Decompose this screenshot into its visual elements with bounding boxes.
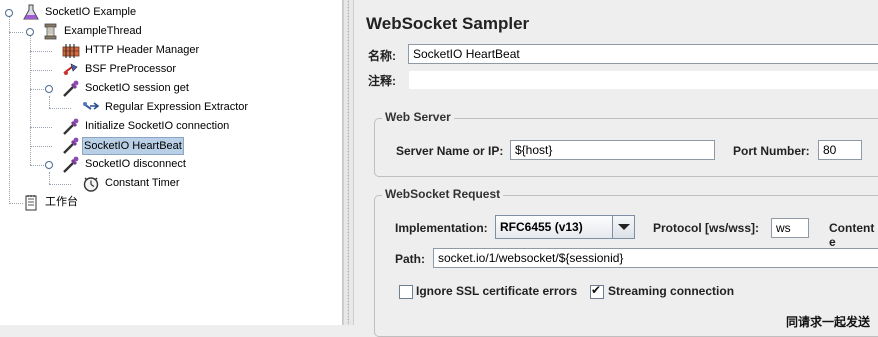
protocol-label: Protocol [ws/wss]: [653, 221, 760, 235]
tree-connector [9, 16, 10, 202]
tree-connector [30, 165, 44, 166]
tree-connector [30, 51, 52, 52]
header-manager-icon [62, 44, 80, 58]
tree-connector [30, 127, 52, 128]
tree-item-label: ExampleThread [64, 25, 142, 37]
path-label: Path: [395, 252, 425, 266]
implementation-selected-value: RFC6455 (v13) [500, 220, 583, 234]
server-name-input[interactable]: ${host} [510, 140, 715, 160]
pane-splitter[interactable] [343, 0, 354, 325]
tree-item-label: SocketIO Example [45, 6, 137, 18]
web-server-title: Web Server [382, 110, 454, 124]
tree-item-label: Constant Timer [105, 177, 180, 189]
expand-toggle[interactable] [5, 9, 13, 17]
workbench-notepad-icon [25, 195, 37, 211]
ignore-ssl-label: Ignore SSL certificate errors [416, 284, 578, 298]
protocol-input[interactable]: ws [771, 218, 809, 238]
tree-connector [49, 184, 71, 185]
sampler-pipette-icon [63, 137, 79, 154]
expand-toggle[interactable] [45, 161, 53, 169]
splitter-grip [347, 0, 349, 325]
name-input[interactable]: SocketIO HeartBeat [408, 44, 878, 64]
tree-connector [9, 203, 23, 204]
server-name-label: Server Name or IP: [396, 144, 504, 158]
thread-group-spool-icon [44, 23, 57, 40]
tree-connector [49, 96, 50, 108]
tree-connector [30, 89, 44, 90]
comment-input[interactable] [408, 70, 878, 90]
page-title: WebSocket Sampler [366, 14, 530, 33]
ignore-ssl-checkbox[interactable] [399, 285, 413, 299]
tree-item-label: 工作台 [45, 196, 78, 208]
tree-connector [49, 172, 50, 184]
path-input[interactable]: socket.io/1/websocket/${sessionid} [433, 248, 878, 268]
tree-connector [30, 146, 52, 147]
sampler-pipette-icon [63, 80, 79, 97]
implementation-dropdown[interactable]: RFC6455 (v13) [495, 215, 635, 239]
name-label: 名称: [368, 49, 396, 63]
streaming-connection-label: Streaming connection [608, 284, 735, 298]
comment-label: 注释: [368, 74, 396, 88]
tree-item-label: SocketIO session get [85, 82, 189, 94]
implementation-label: Implementation: [395, 221, 488, 235]
port-number-label: Port Number: [733, 144, 810, 158]
sampler-pipette-icon [63, 118, 79, 135]
extractor-icon [83, 102, 100, 110]
expand-toggle[interactable] [45, 85, 53, 93]
tree-item-label: SocketIO HeartBeat [82, 137, 184, 155]
sampler-config-panel: WebSocket Sampler 名称: SocketIO HeartBeat… [354, 0, 878, 337]
timer-stopwatch-icon [83, 177, 99, 192]
tree-item-label: SocketIO disconnect [85, 158, 186, 170]
test-plan-tree: SocketIO Example ExampleThread HTTP Head… [0, 0, 343, 325]
tree-connector [30, 70, 52, 71]
preprocessor-icon [63, 63, 78, 75]
port-number-input[interactable]: 80 [818, 140, 862, 160]
cutoff-option-label: 同请求一起发送 [786, 315, 871, 329]
sampler-pipette-icon [63, 156, 79, 173]
tree-connector [49, 108, 71, 109]
websocket-request-title: WebSocket Request [382, 187, 504, 201]
tree-item-label: Initialize SocketIO connection [85, 120, 230, 132]
content-encoding-label: Content e [829, 221, 875, 249]
test-plan-flask-icon [23, 4, 39, 20]
tree-connector [9, 32, 23, 33]
tree-item-label: HTTP Header Manager [85, 44, 200, 56]
tree-item-label: Regular Expression Extractor [105, 101, 249, 113]
streaming-connection-checkbox[interactable] [590, 283, 604, 299]
expand-toggle[interactable] [26, 28, 34, 36]
chevron-down-icon[interactable] [612, 216, 634, 238]
tree-item-label: BSF PreProcessor [85, 63, 177, 75]
